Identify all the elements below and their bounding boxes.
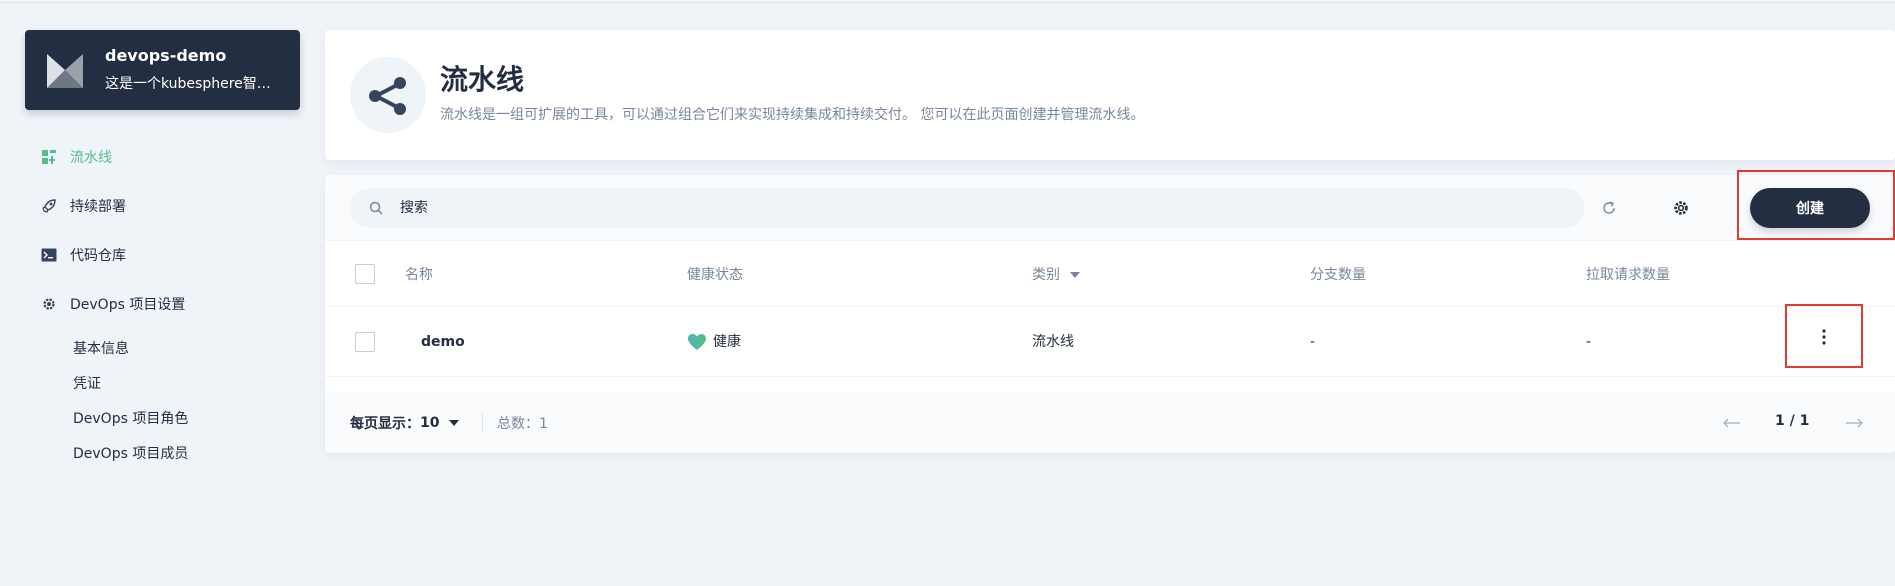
gear-icon <box>1674 201 1688 215</box>
sidebar-item-pipelines[interactable]: 流水线 <box>40 145 112 169</box>
search-icon <box>369 201 383 215</box>
page-info: 1 / 1 <box>1775 413 1810 429</box>
sidebar-subitem-credentials[interactable]: 凭证 <box>73 374 101 394</box>
column-header-pull-requests: 拉取请求数量 <box>1586 267 1670 283</box>
project-card[interactable]: devops-demo 这是一个kubesphere智… <box>25 30 300 110</box>
search-bar[interactable] <box>350 188 1585 228</box>
rocket-icon <box>40 197 58 215</box>
sidebar-subitem-project-members[interactable]: DevOps 项目成员 <box>73 444 188 464</box>
table-footer: 每页显示： 10 总数：1 1 / 1 <box>325 393 1895 453</box>
next-page-button[interactable] <box>1842 411 1866 435</box>
page-title: 流水线 <box>440 63 525 96</box>
caret-down-icon <box>1070 272 1080 278</box>
refresh-icon <box>1603 201 1615 214</box>
column-header-health: 健康状态 <box>687 267 743 283</box>
arrow-left-icon <box>1723 418 1740 428</box>
terminal-icon <box>40 246 58 264</box>
pull-requests-cell: - <box>1586 334 1592 350</box>
more-vertical-icon <box>1822 329 1826 345</box>
sidebar-item-continuous-deployment[interactable]: 持续部署 <box>40 194 126 218</box>
settings-button[interactable] <box>1670 197 1692 219</box>
search-input[interactable] <box>400 200 1500 216</box>
pipeline-table-panel: 创建 名称 健康状态 类别 分支数量 拉取请求数量 demo 健康 流水线 - … <box>325 170 1895 453</box>
caret-down-icon <box>449 420 460 426</box>
more-actions-button[interactable] <box>1813 326 1835 348</box>
project-name: devops-demo <box>105 46 227 65</box>
column-header-category[interactable]: 类别 <box>1032 265 1080 285</box>
column-header-name: 名称 <box>405 267 433 283</box>
sidebar-item-label: 流水线 <box>70 150 112 166</box>
sidebar-item-code-repositories[interactable]: 代码仓库 <box>40 243 126 267</box>
page-size-value: 10 <box>420 415 440 431</box>
sidebar-item-label: 持续部署 <box>70 199 126 215</box>
page-size-select[interactable]: 每页显示： 10 <box>350 413 460 433</box>
arrow-right-icon <box>1846 418 1863 428</box>
top-border <box>0 0 1895 3</box>
gear-icon <box>40 295 58 313</box>
pipeline-name-link[interactable]: demo <box>421 332 465 352</box>
column-header-branches: 分支数量 <box>1310 267 1366 283</box>
page-description: 流水线是一组可扩展的工具，可以通过组合它们来实现持续集成和持续交付。 您可以在此… <box>440 107 1145 123</box>
sidebar-item-devops-settings[interactable]: DevOps 项目设置 <box>40 292 185 316</box>
branches-cell: - <box>1310 334 1316 350</box>
table-row[interactable]: demo 健康 流水线 - - <box>325 304 1895 377</box>
share-icon <box>350 57 426 133</box>
refresh-button[interactable] <box>1598 197 1620 219</box>
pipeline-icon <box>40 148 58 166</box>
create-button[interactable]: 创建 <box>1750 188 1870 228</box>
sidebar-subitem-basic-info[interactable]: 基本信息 <box>73 339 129 359</box>
project-logo-icon <box>47 54 83 88</box>
project-description: 这是一个kubesphere智… <box>105 76 271 92</box>
health-status: 健康 <box>687 332 741 352</box>
column-header-category-label: 类别 <box>1032 267 1060 283</box>
category-cell: 流水线 <box>1032 334 1074 350</box>
footer-divider <box>482 413 483 433</box>
row-checkbox[interactable] <box>355 332 375 352</box>
health-label: 健康 <box>713 334 741 350</box>
page-size-label: 每页显示： <box>350 416 420 432</box>
sidebar-item-label: 代码仓库 <box>70 248 126 264</box>
sidebar-item-label: DevOps 项目设置 <box>70 297 186 313</box>
page-banner: 流水线 流水线是一组可扩展的工具，可以通过组合它们来实现持续集成和持续交付。 您… <box>325 30 1895 160</box>
sidebar-subitem-project-roles[interactable]: DevOps 项目角色 <box>73 409 188 429</box>
total-count: 总数：1 <box>497 416 548 432</box>
table-toolbar: 创建 <box>325 170 1895 241</box>
heart-icon <box>688 334 706 350</box>
select-all-checkbox[interactable] <box>355 264 375 284</box>
table-header: 名称 健康状态 类别 分支数量 拉取请求数量 <box>325 241 1895 307</box>
prev-page-button[interactable] <box>1720 411 1744 435</box>
